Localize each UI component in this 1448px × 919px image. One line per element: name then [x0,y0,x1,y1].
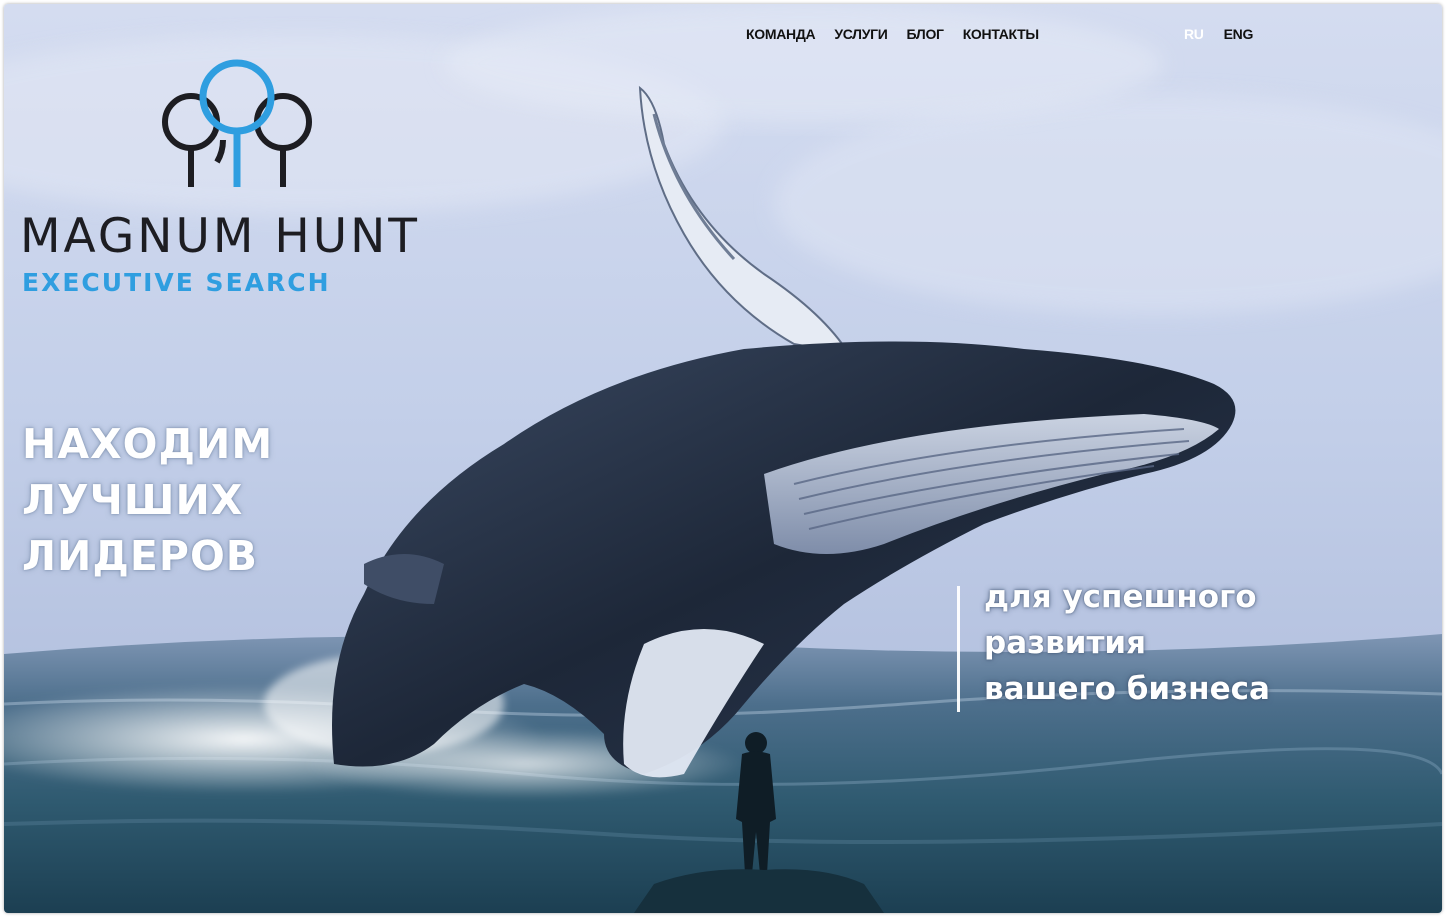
page-frame: КОМАНДА УСЛУГИ БЛОГ КОНТАКТЫ RU ENG MAGN… [4,4,1442,913]
tagline-line: для успешного [984,579,1257,615]
hero-headline: НАХОДИМ ЛУЧШИХ ЛИДЕРОВ [22,416,273,584]
headline-line: НАХОДИМ [22,420,274,468]
top-navigation: КОМАНДА УСЛУГИ БЛОГ КОНТАКТЫ [746,26,1058,42]
headline-line: ЛУЧШИХ [22,476,244,524]
headline-line: ЛИДЕРОВ [22,532,259,580]
tagline-divider [957,586,960,712]
tagline-line: развития [984,625,1147,661]
language-ru-link[interactable]: RU [1184,26,1204,42]
nav-blog-link[interactable]: БЛОГ [907,26,944,42]
nav-contacts-link[interactable]: КОНТАКТЫ [963,26,1039,42]
nav-services-link[interactable]: УСЛУГИ [834,26,888,42]
hero-tagline: для успешного развития вашего бизнеса [984,574,1270,712]
nav-team-link[interactable]: КОМАНДА [746,26,816,42]
brand-name: MAGNUM HUNT [20,209,420,264]
tagline-line: вашего бизнеса [984,671,1270,707]
language-switcher: RU ENG [1184,26,1253,42]
three-trees-logo-icon [162,59,312,187]
language-eng-link[interactable]: ENG [1224,26,1254,42]
brand-subtitle: EXECUTIVE SEARCH [22,268,331,297]
